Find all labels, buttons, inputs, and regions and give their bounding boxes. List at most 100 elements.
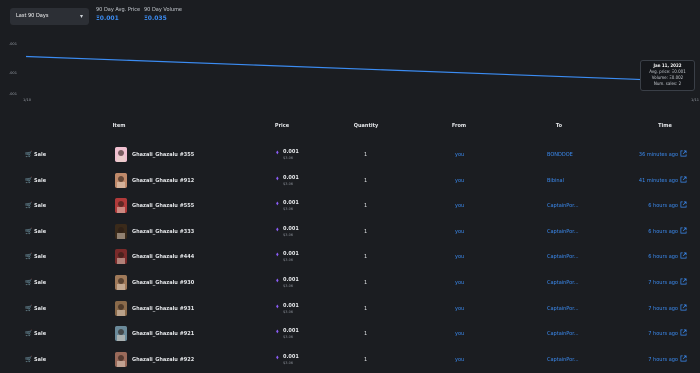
- from-link[interactable]: you: [455, 331, 464, 337]
- from-link[interactable]: you: [455, 254, 464, 260]
- table-row[interactable]: 🛒 Sale Ghazali_Ghazalu #555 ⬧ 0.001 $3.06 1 you…: [0, 194, 700, 220]
- item-name-link[interactable]: Ghazali_Ghazalu #333: [132, 229, 194, 235]
- time-link[interactable]: 36 minutes ago: [639, 152, 678, 158]
- time-link[interactable]: 7 hours ago: [648, 306, 678, 312]
- event-label: Sale: [34, 152, 47, 158]
- from-link[interactable]: you: [455, 152, 464, 158]
- external-link-icon[interactable]: [680, 176, 687, 183]
- chart-canvas: .001 .001 .001 1/10 1/11: [9, 42, 699, 102]
- price-value: 0.001: [283, 200, 299, 207]
- price-value: 0.001: [283, 251, 299, 258]
- time-link[interactable]: 41 minutes ago: [639, 178, 678, 184]
- event-label: Sale: [34, 228, 47, 235]
- cart-icon: 🛒: [25, 253, 33, 261]
- nft-thumbnail[interactable]: [115, 300, 127, 316]
- external-link-icon[interactable]: [680, 355, 687, 362]
- period-select-value: Last 90 Days: [16, 13, 49, 19]
- avg-price-stat: 90 Day Avg. Price Ξ0.001: [96, 7, 140, 22]
- event-label: Sale: [34, 203, 47, 210]
- to-link[interactable]: CaptainPor...: [547, 331, 579, 337]
- to-link[interactable]: BONDDOE: [547, 152, 573, 158]
- from-link[interactable]: you: [455, 229, 464, 235]
- from-link[interactable]: you: [455, 306, 464, 312]
- to-link[interactable]: CaptainPor...: [547, 203, 579, 209]
- table-row[interactable]: 🛒 Sale Ghazali_Ghazalu #930 ⬧ 0.001 $3.06 1 you…: [0, 271, 700, 297]
- eth-icon: ⬧: [276, 276, 279, 284]
- chart-tooltip: Jan 11, 2022 Avg. price: Ξ0.001 Volume: …: [640, 60, 695, 91]
- item-name-link[interactable]: Ghazali_Ghazalu #931: [132, 306, 194, 312]
- price-usd: $3.06: [283, 156, 294, 160]
- volume-label: 90 Day Volume: [144, 7, 183, 13]
- eth-icon: ⬧: [276, 302, 279, 310]
- period-select[interactable]: Last 90 Days ▾: [10, 8, 89, 25]
- table-row[interactable]: 🛒 Sale Ghazali_Ghazalu #931 ⬧ 0.001 $3.06 1 you…: [0, 297, 700, 323]
- col-to: To: [555, 123, 563, 129]
- quantity-value: 1: [364, 177, 368, 184]
- quantity-value: 1: [364, 152, 368, 158]
- nft-thumbnail[interactable]: [115, 351, 127, 367]
- table-row[interactable]: 🛒 Sale Ghazali_Ghazalu #912 ⬧ 0.001 $3.06 1 you…: [0, 169, 700, 195]
- from-link[interactable]: you: [455, 178, 464, 184]
- event-label: Sale: [34, 356, 47, 363]
- price-value: 0.001: [283, 328, 299, 335]
- series-line: [25, 55, 695, 83]
- to-link[interactable]: Bibinal: [547, 178, 564, 184]
- from-link[interactable]: you: [455, 357, 464, 363]
- item-name-link[interactable]: Ghazali_Ghazalu #444: [132, 254, 194, 260]
- time-link[interactable]: 7 hours ago: [648, 357, 678, 363]
- to-link[interactable]: CaptainPor...: [547, 306, 579, 312]
- y-tick-label: .001: [9, 71, 17, 75]
- volume-value: Ξ0.035: [144, 15, 167, 22]
- table-row[interactable]: 🛒 Sale Ghazali_Ghazalu #333 ⬧ 0.001 $3.06 1 you…: [0, 220, 700, 246]
- quantity-value: 1: [364, 331, 368, 338]
- external-link-icon[interactable]: [680, 278, 687, 285]
- time-link[interactable]: 6 hours ago: [648, 203, 678, 209]
- item-name-link[interactable]: Ghazali_Ghazalu #912: [132, 178, 194, 184]
- table-header: Item Price Quantity From To Time: [0, 123, 700, 133]
- nft-thumbnail[interactable]: [115, 223, 127, 239]
- nft-thumbnail[interactable]: [115, 274, 127, 290]
- to-link[interactable]: CaptainPor...: [547, 254, 579, 260]
- from-link[interactable]: you: [455, 203, 464, 209]
- nft-thumbnail[interactable]: [115, 326, 127, 342]
- from-link[interactable]: you: [455, 280, 464, 286]
- avg-price-value: Ξ0.001: [96, 15, 119, 22]
- item-name-link[interactable]: Ghazali_Ghazalu #922: [132, 357, 194, 363]
- col-item: Item: [112, 123, 126, 129]
- external-link-icon[interactable]: [680, 252, 687, 259]
- item-name-link[interactable]: Ghazali_Ghazalu #930: [132, 280, 194, 286]
- avg-price-label: 90 Day Avg. Price: [96, 7, 141, 13]
- nft-thumbnail[interactable]: [115, 147, 127, 162]
- price-value: 0.001: [283, 149, 299, 155]
- price-usd: $3.06: [283, 207, 294, 212]
- nft-thumbnail[interactable]: [115, 198, 127, 214]
- price-history-chart: .001 .001 .001 1/10 1/11: [0, 36, 700, 108]
- table-row[interactable]: 🛒 Sale Ghazali_Ghazalu #355 ⬧ 0.001 $3.06 1 you…: [0, 143, 700, 169]
- time-link[interactable]: 6 hours ago: [648, 254, 678, 260]
- to-link[interactable]: CaptainPor...: [547, 229, 579, 235]
- col-price: Price: [274, 123, 290, 129]
- to-link[interactable]: CaptainPor...: [547, 357, 579, 363]
- item-name-link[interactable]: Ghazali_Ghazalu #355: [132, 152, 194, 158]
- external-link-icon[interactable]: [680, 329, 687, 336]
- cart-icon: 🛒: [25, 278, 33, 286]
- item-name-link[interactable]: Ghazali_Ghazalu #921: [132, 331, 194, 337]
- eth-icon: ⬧: [276, 174, 279, 182]
- table-row[interactable]: 🛒 Sale Ghazali_Ghazalu #444 ⬧ 0.001 $3.06 1 you…: [0, 245, 700, 271]
- item-name-link[interactable]: Ghazali_Ghazalu #555: [132, 203, 194, 209]
- nft-thumbnail[interactable]: [115, 249, 127, 265]
- time-link[interactable]: 6 hours ago: [648, 229, 678, 235]
- eth-icon: ⬧: [276, 225, 279, 233]
- table-row[interactable]: 🛒 Sale Ghazali_Ghazalu #921 ⬧ 0.001 $3.06 1 you…: [0, 322, 700, 348]
- nft-thumbnail[interactable]: [115, 172, 127, 188]
- time-link[interactable]: 7 hours ago: [648, 280, 678, 286]
- time-link[interactable]: 7 hours ago: [648, 331, 678, 337]
- external-link-icon[interactable]: [680, 201, 687, 208]
- table-row[interactable]: 🛒 Sale Ghazali_Ghazalu #922 ⬧ 0.001 $3.06 1 you…: [0, 348, 700, 373]
- external-link-icon[interactable]: [680, 304, 687, 311]
- to-link[interactable]: CaptainPor...: [547, 280, 579, 286]
- col-from: From: [451, 123, 467, 129]
- price-value: 0.001: [283, 225, 299, 232]
- external-link-icon[interactable]: [680, 227, 687, 234]
- external-link-icon[interactable]: [680, 150, 687, 157]
